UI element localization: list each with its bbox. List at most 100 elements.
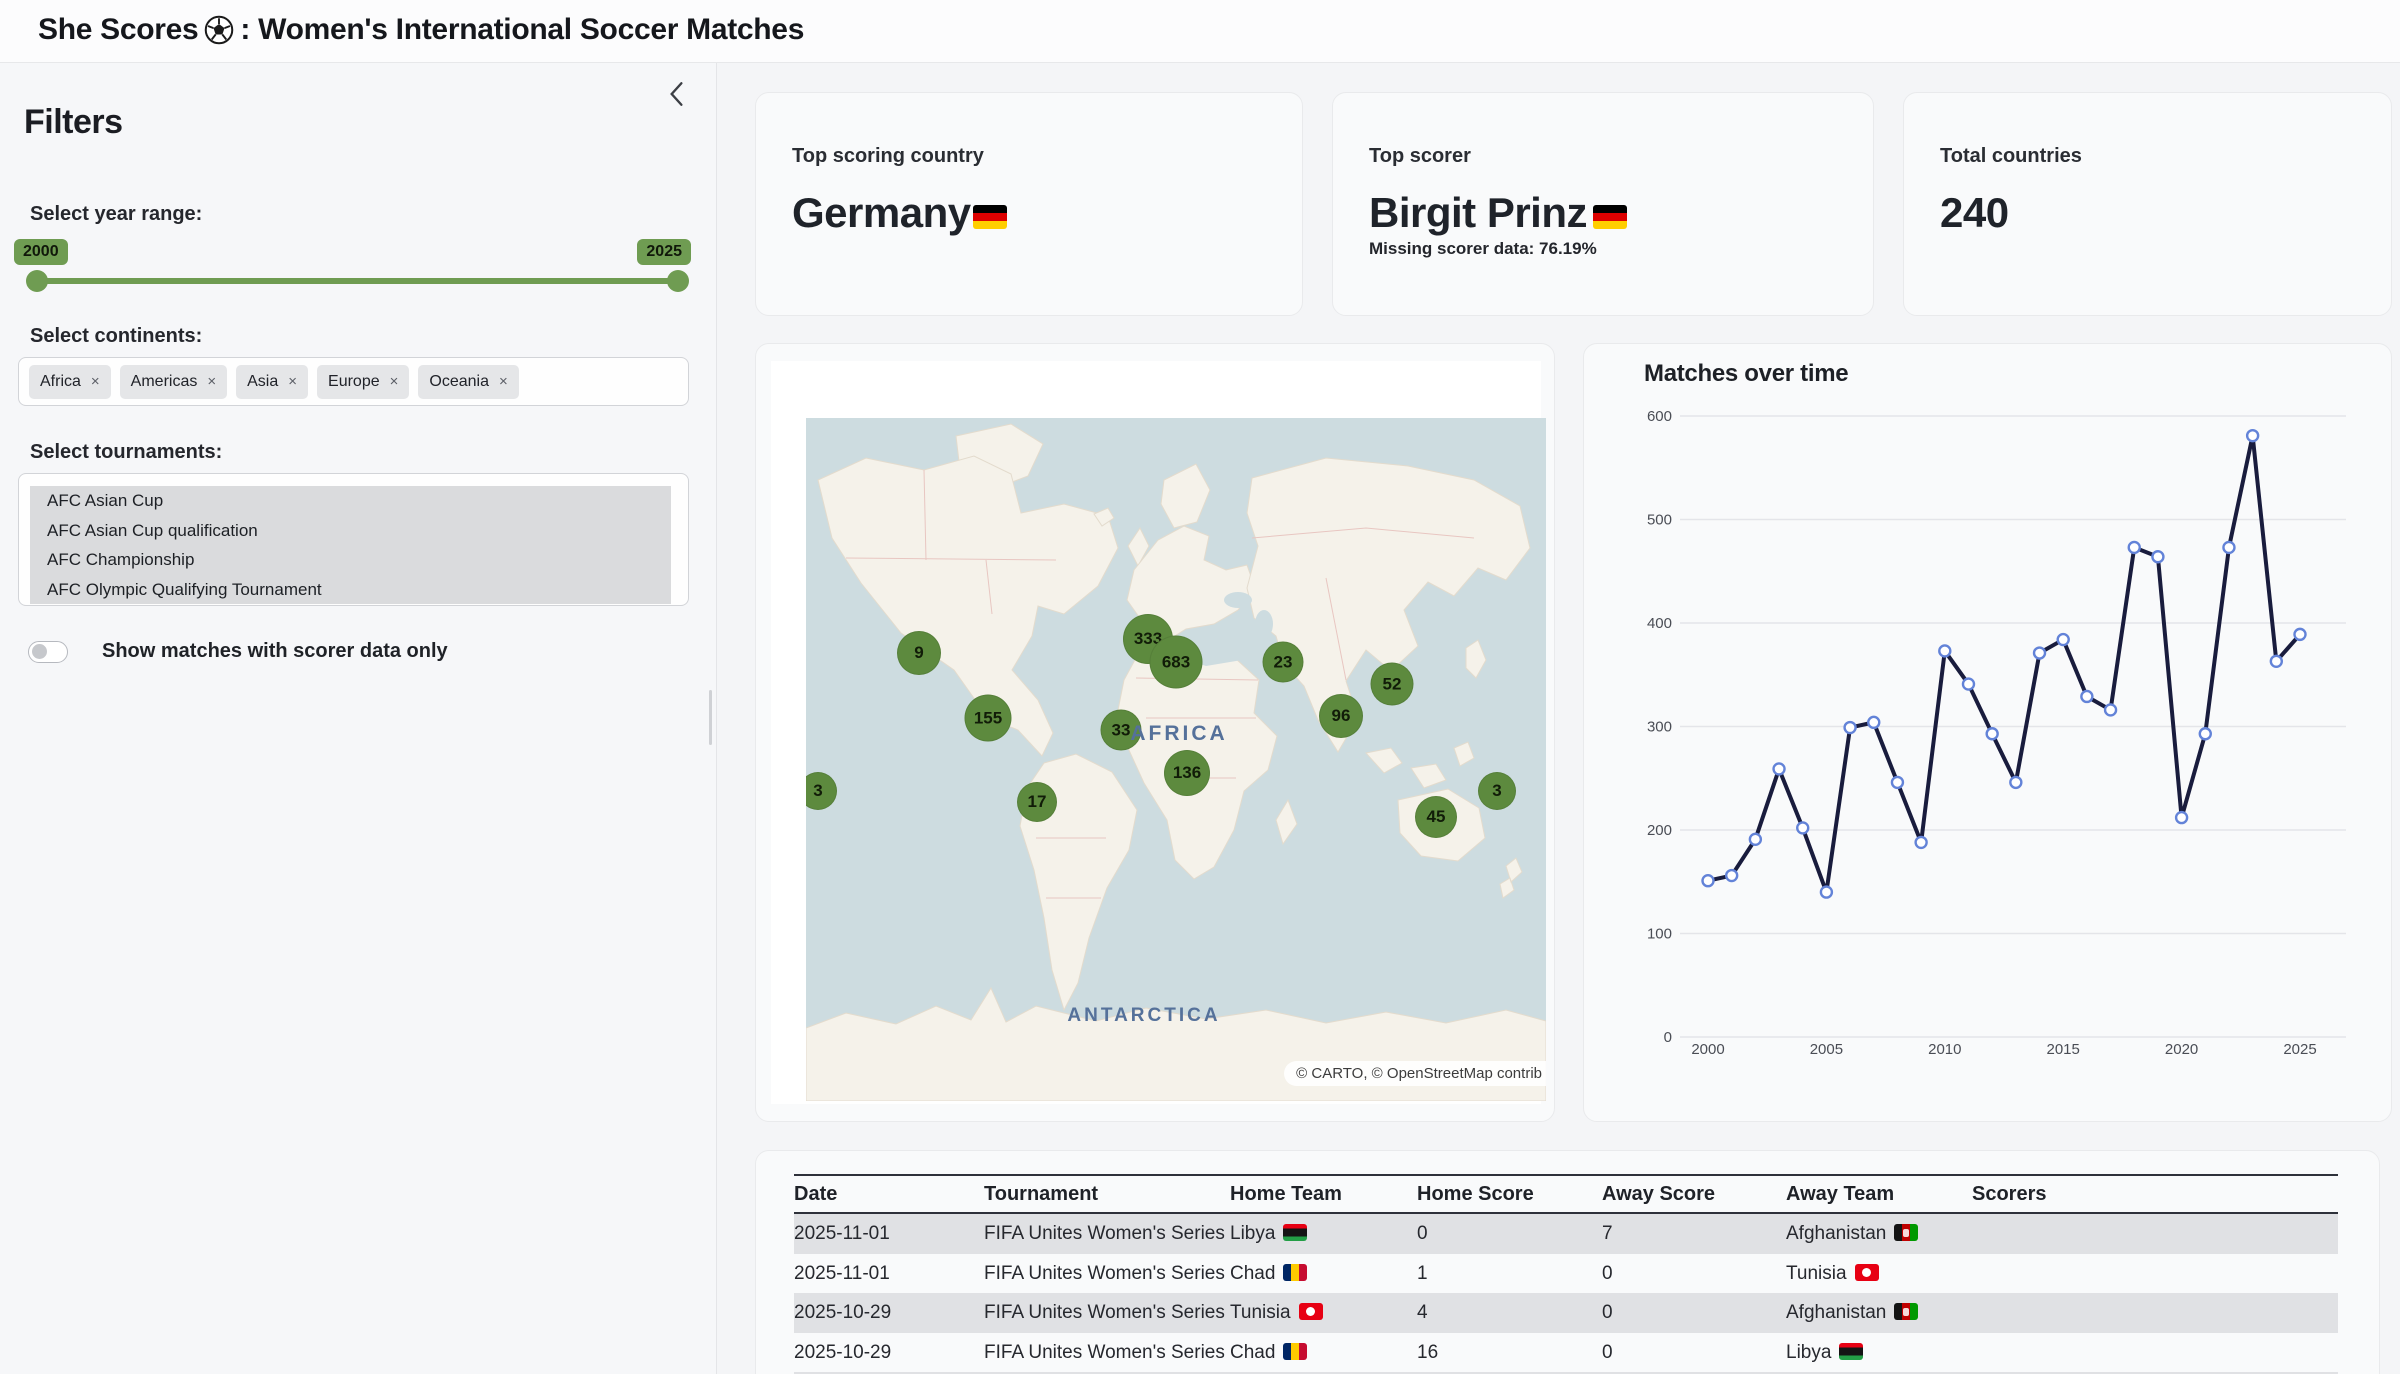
chevron-left-icon — [667, 96, 685, 111]
svg-text:2010: 2010 — [1928, 1041, 1961, 1058]
chip-label: Americas — [131, 373, 198, 391]
tunisia-flag-icon — [1299, 1303, 1323, 1320]
svg-text:2025: 2025 — [2283, 1041, 2316, 1058]
slider-handle-max[interactable] — [667, 270, 689, 292]
team-cell: Afghanistan — [1786, 1293, 1972, 1333]
remove-icon[interactable]: × — [288, 373, 297, 390]
scorer-toggle-label: Show matches with scorer data only — [102, 640, 448, 663]
scorers-cell — [1972, 1214, 2338, 1254]
team-cell: Chad — [1230, 1333, 1417, 1373]
metric-delta: Missing scorer data: 76.19% — [1369, 239, 1597, 259]
score-cell: 0 — [1417, 1214, 1602, 1254]
tournament-option[interactable]: AFC Asian Cup qualification — [30, 516, 671, 546]
column-header: Away Score — [1602, 1176, 1786, 1212]
metric-value: Germany — [792, 189, 1007, 237]
continents-label: Select continents: — [30, 325, 202, 348]
chad-flag-icon — [1283, 1264, 1307, 1281]
germany-flag-icon — [1593, 205, 1627, 229]
toggle-knob — [32, 644, 47, 659]
tournament-option[interactable]: AFC Olympic Qualifying Tournament — [30, 575, 671, 605]
sidebar: Filters Select year range: 2000 2025 Sel… — [0, 63, 717, 1374]
metric-label: Top scorer — [1369, 145, 1471, 168]
tournament-option[interactable]: AFC Championship — [30, 545, 671, 575]
map-label-africa: AFRICA — [1130, 722, 1227, 746]
world-map[interactable]: 915533368323529633136173453 AFRICA ANTAR… — [806, 418, 1546, 1101]
sidebar-scrollbar[interactable] — [709, 690, 712, 745]
chart-card: Matches over time 0100200300400500600200… — [1583, 343, 2392, 1122]
remove-icon[interactable]: × — [207, 373, 216, 390]
continent-chip-africa[interactable]: Africa × — [29, 365, 111, 399]
map-cluster-marker[interactable]: 96 — [1319, 694, 1363, 738]
matches-table: DateTournamentHome TeamHome ScoreAway Sc… — [794, 1174, 2338, 1374]
map-cluster-marker[interactable]: 136 — [1164, 750, 1210, 796]
score-cell: 0 — [1602, 1293, 1786, 1333]
continent-chip-list: Africa×Americas×Asia×Europe×Oceania× — [19, 358, 688, 405]
score-cell: 4 — [1417, 1293, 1602, 1333]
chad-flag-icon — [1283, 1343, 1307, 1360]
scorers-cell — [1972, 1333, 2338, 1373]
map-frame: 915533368323529633136173453 AFRICA ANTAR… — [771, 361, 1541, 1104]
svg-text:2005: 2005 — [1810, 1041, 1843, 1058]
metric-label: Total countries — [1940, 145, 2082, 168]
continent-chip-oceania[interactable]: Oceania× — [418, 365, 518, 399]
matches-table-card: DateTournamentHome TeamHome ScoreAway Sc… — [755, 1150, 2380, 1374]
column-header: Date — [794, 1176, 984, 1212]
map-cluster-marker[interactable]: 155 — [965, 695, 1012, 742]
sidebar-collapse-button[interactable] — [660, 79, 692, 111]
year-range-slider-track[interactable] — [37, 278, 679, 284]
table-header-row: DateTournamentHome TeamHome ScoreAway Sc… — [794, 1174, 2338, 1214]
metric-card-total-countries: Total countries 240 — [1903, 92, 2392, 316]
svg-text:2020: 2020 — [2165, 1041, 2198, 1058]
map-cluster-marker[interactable]: 52 — [1371, 663, 1414, 706]
svg-text:300: 300 — [1647, 719, 1672, 736]
continent-chip-americas[interactable]: Americas × — [120, 365, 227, 399]
map-cluster-marker[interactable]: 683 — [1150, 636, 1203, 689]
matches-over-time-chart[interactable]: 0100200300400500600200020052010201520202… — [1584, 344, 2393, 1123]
score-cell: 7 — [1602, 1214, 1786, 1254]
map-cluster-marker[interactable]: 3 — [1478, 772, 1516, 810]
scorer-data-toggle[interactable] — [28, 641, 68, 663]
remove-icon[interactable]: × — [499, 373, 508, 390]
metric-label: Top scoring country — [792, 145, 984, 168]
libya-flag-icon — [1283, 1224, 1307, 1241]
axis-tick-labels: 0100200300400500600200020052010201520202… — [1647, 408, 2317, 1058]
remove-icon[interactable]: × — [390, 373, 399, 390]
scorers-cell — [1972, 1293, 2338, 1333]
team-cell: Tunisia — [1786, 1254, 1972, 1294]
map-attribution[interactable]: © CARTO, © OpenStreetMap contrib — [1284, 1061, 1546, 1086]
table-cell: 2025-11-01 — [794, 1254, 984, 1294]
app-header: She Scores : Women's International Socce… — [0, 0, 2400, 63]
soccer-ball-icon — [204, 15, 234, 45]
tournament-option[interactable]: AFC Asian Cup — [30, 486, 671, 516]
app-window: She Scores : Women's International Socce… — [0, 0, 2400, 1374]
tournaments-label: Select tournaments: — [30, 441, 222, 464]
score-cell: 1 — [1417, 1254, 1602, 1294]
tournaments-listbox[interactable]: AFC Asian CupAFC Asian Cup qualification… — [18, 473, 689, 606]
slider-max-value: 2025 — [637, 239, 691, 265]
remove-icon[interactable]: × — [91, 373, 100, 390]
continents-multiselect[interactable]: Africa×Americas×Asia×Europe×Oceania× — [18, 357, 689, 406]
svg-text:0: 0 — [1664, 1029, 1672, 1046]
svg-text:100: 100 — [1647, 926, 1672, 943]
continent-chip-europe[interactable]: Europe× — [317, 365, 409, 399]
page-title-text: She Scores — [38, 13, 198, 47]
page-title: She Scores : Women's International Socce… — [38, 13, 804, 47]
year-range-label: Select year range: — [30, 203, 202, 226]
table-cell: FIFA Unites Women's Series — [984, 1333, 1230, 1373]
slider-handle-min[interactable] — [26, 270, 48, 292]
column-header: Away Team — [1786, 1176, 1972, 1212]
tournament-option-list: AFC Asian CupAFC Asian Cup qualification… — [30, 486, 671, 604]
filters-heading: Filters — [24, 103, 123, 142]
map-cluster-marker[interactable]: 45 — [1415, 796, 1457, 838]
map-cluster-marker[interactable]: 23 — [1263, 642, 1304, 683]
svg-text:2015: 2015 — [2047, 1041, 2080, 1058]
map-cluster-marker[interactable]: 17 — [1017, 782, 1057, 822]
score-cell: 0 — [1602, 1333, 1786, 1373]
map-cluster-marker[interactable]: 9 — [897, 631, 941, 675]
chip-label: Africa — [40, 373, 81, 391]
map-card: 915533368323529633136173453 AFRICA ANTAR… — [755, 343, 1555, 1122]
page-title-text2: : Women's International Soccer Matches — [240, 13, 804, 47]
afghanistan-flag-icon — [1894, 1224, 1918, 1241]
continent-chip-asia[interactable]: Asia× — [236, 365, 308, 399]
svg-text:2000: 2000 — [1691, 1041, 1724, 1058]
